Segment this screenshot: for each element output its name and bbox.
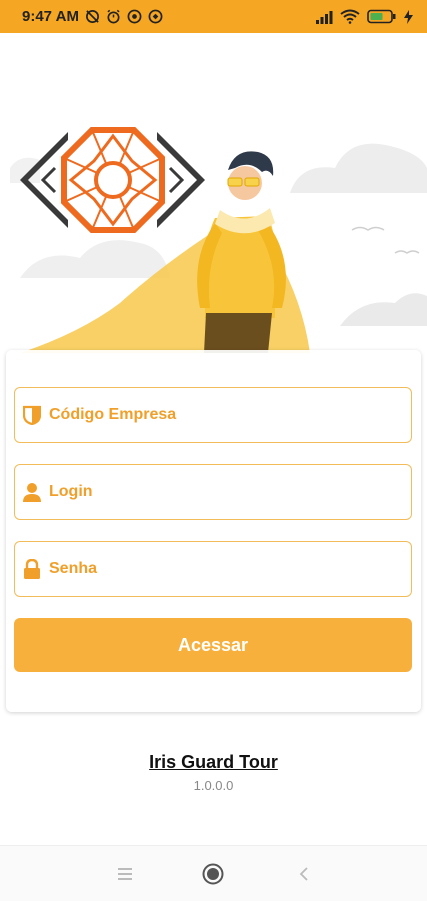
password-placeholder: Senha	[49, 560, 98, 577]
app-version: 1.0.0.0	[193, 778, 234, 793]
status-time: 9:47 AM	[22, 8, 79, 25]
superhero-illustration	[10, 127, 427, 353]
signal-icon	[316, 10, 333, 24]
charging-icon	[404, 9, 413, 24]
app-name: Iris Guard Tour	[149, 752, 278, 772]
login-card: Código Empresa Login Senha Acessar	[6, 350, 421, 712]
battery-icon	[367, 9, 396, 24]
home-button[interactable]	[201, 862, 225, 886]
user-icon	[21, 481, 43, 503]
sync-off-icon	[86, 10, 99, 23]
shield-icon	[21, 404, 43, 426]
alarm-icon	[107, 9, 120, 24]
recents-button[interactable]	[113, 862, 137, 886]
back-chevron-icon	[299, 867, 308, 881]
system-nav-bar	[0, 845, 427, 901]
login-placeholder: Login	[49, 483, 93, 500]
submit-button[interactable]: Acessar	[14, 618, 412, 672]
app-notification-icon	[148, 9, 163, 24]
password-field[interactable]: Senha	[14, 541, 412, 597]
company-code-placeholder: Código Empresa	[49, 406, 177, 423]
menu-icon	[118, 868, 132, 880]
app-notification-icon	[127, 9, 142, 24]
back-button[interactable]	[292, 862, 316, 886]
home-circle-icon	[202, 863, 224, 885]
wifi-icon	[340, 9, 360, 24]
company-code-field[interactable]: Código Empresa	[14, 387, 412, 443]
hero-illustration	[0, 108, 427, 353]
login-field[interactable]: Login	[14, 464, 412, 520]
iris-logo	[20, 127, 205, 233]
lock-icon	[21, 558, 43, 580]
status-bar: 9:47 AM	[0, 0, 427, 33]
